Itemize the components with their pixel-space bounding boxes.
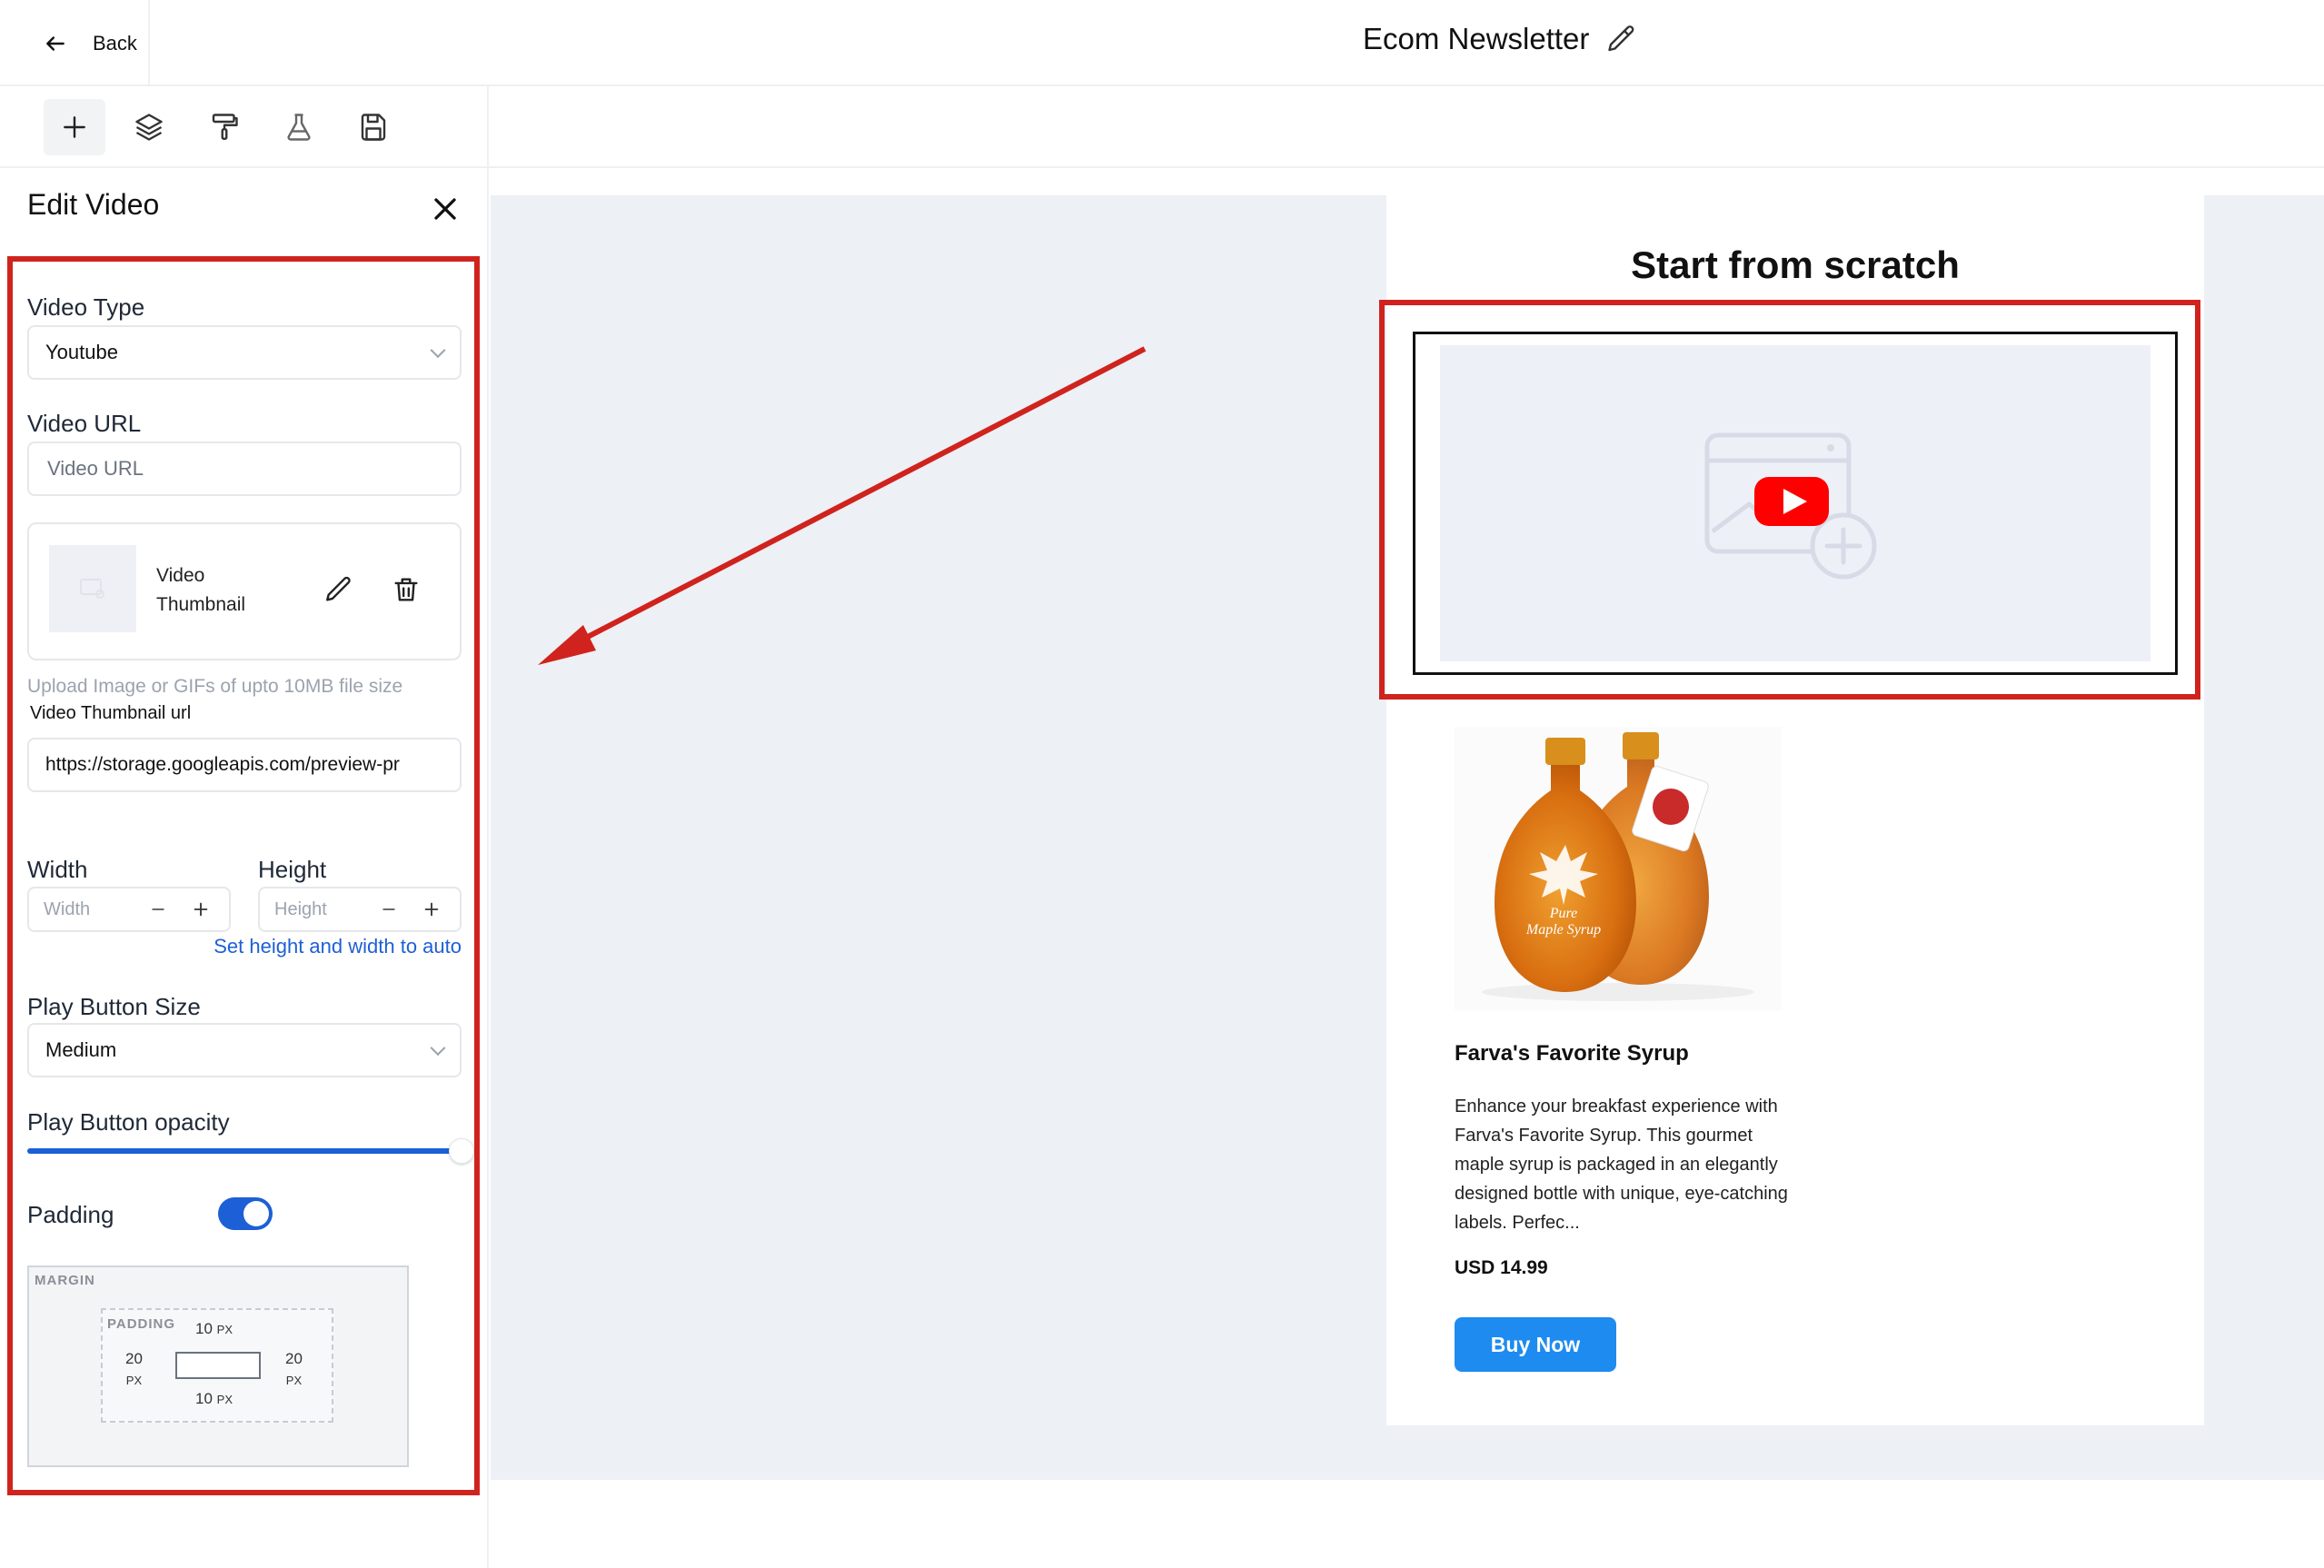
pencil-icon[interactable]	[1605, 23, 1638, 55]
arrow-left-icon	[46, 35, 65, 51]
bottle-label-line1: Pure	[1549, 906, 1578, 921]
annotation-highlight-video	[1379, 300, 2200, 700]
annotation-arrow-icon	[538, 346, 1147, 665]
test-button[interactable]	[268, 99, 330, 155]
paint-roller-icon	[212, 114, 238, 140]
layers-icon	[135, 114, 163, 141]
top-bar	[0, 0, 2324, 86]
product-description[interactable]: Enhance your breakfast experience with F…	[1455, 1092, 1800, 1237]
product-name[interactable]: Farva's Favorite Syrup	[1455, 1041, 1689, 1067]
back-button[interactable]: Back	[0, 0, 150, 86]
save-button[interactable]	[343, 99, 404, 155]
document-title: Ecom Newsletter	[1363, 0, 1772, 78]
add-element-button[interactable]	[44, 99, 105, 155]
close-panel-button[interactable]	[427, 191, 463, 227]
email-heading[interactable]: Start from scratch	[1386, 243, 2204, 287]
toolbar-spacer	[489, 86, 2324, 168]
save-icon	[361, 114, 386, 141]
style-button[interactable]	[194, 99, 255, 155]
syrup-bottles-icon: Pure Maple Syrup	[1482, 732, 1754, 1001]
buy-now-button[interactable]: Buy Now	[1455, 1317, 1616, 1372]
panel-title: Edit Video	[27, 188, 160, 221]
back-label: Back	[93, 31, 137, 55]
product-image[interactable]: Pure Maple Syrup	[1455, 727, 1782, 1010]
bottle-label-line2: Maple Syrup	[1525, 922, 1601, 938]
flask-icon	[287, 114, 311, 141]
product-price[interactable]: USD 14.99	[1455, 1257, 1548, 1279]
close-icon	[434, 198, 456, 220]
annotation-highlight-panel	[7, 256, 480, 1495]
plus-icon	[64, 116, 85, 138]
layers-button[interactable]	[118, 99, 180, 155]
document-title-text: Ecom Newsletter	[1363, 22, 1590, 55]
